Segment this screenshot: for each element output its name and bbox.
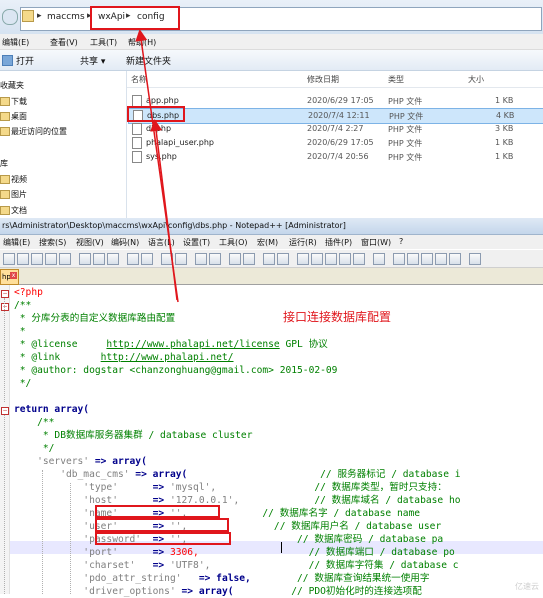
watermark: 亿速云 [515,582,539,591]
annotation-arrows [135,29,179,303]
arrow-to-folder [135,29,179,303]
